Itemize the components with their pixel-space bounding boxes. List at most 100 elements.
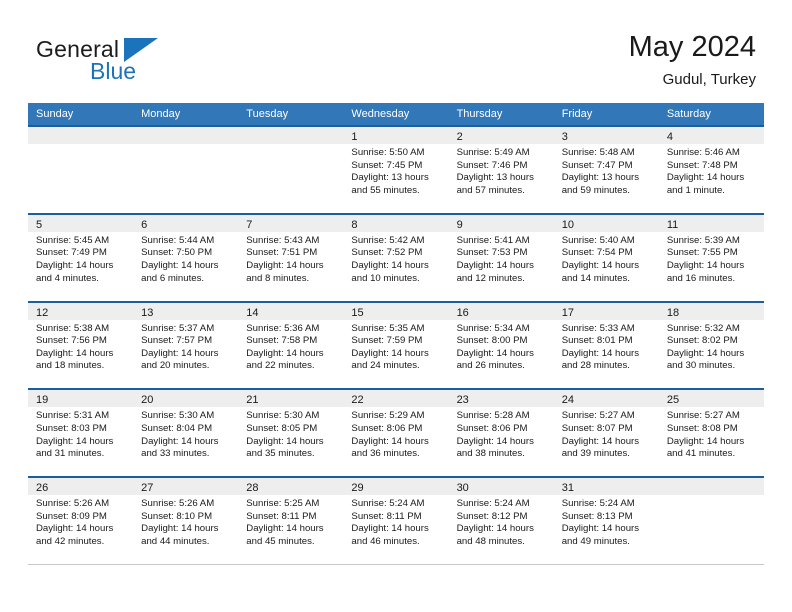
day-detail: Sunrise: 5:33 AM Sunset: 8:01 PM Daylight:… (554, 320, 659, 373)
calendar-day-cell[interactable]: 31 Sunrise: 5:24 AM Sunset: 8:13 PM Dayligh… (553, 476, 659, 564)
day-detail: Sunrise: 5:48 AM Sunset: 7:47 PM Daylight:… (554, 144, 659, 197)
day-number-band: 17 (553, 302, 659, 320)
day-number-band: 30 (448, 478, 554, 496)
sunset-text: Sunset: 7:53 PM (456, 247, 528, 259)
sunset-text: Sunset: 8:11 PM (246, 510, 317, 522)
calendar-day-cell[interactable]: 8 Sunrise: 5:42 AM Sunset: 7:52 PM Daylight… (343, 212, 449, 301)
calendar-day-cell[interactable]: 30 Sunrise: 5:24 AM Sunset: 8:12 PM Dayligh… (448, 476, 554, 564)
calendar-day-cell[interactable]: 25 Sunrise: 5:27 AM Sunset: 8:08 PM Dayligh… (658, 388, 764, 477)
calendar-day-cell[interactable]: 22 Sunrise: 5:29 AM Sunset: 8:06 PM Dayligh… (343, 388, 449, 477)
calendar-week-row: 12 Sunrise: 5:38 AM Sunset: 7:56 PM Dayligh… (28, 300, 764, 389)
calendar-day-cell[interactable]: 9 Sunrise: 5:41 AM Sunset: 7:53 PM Daylight… (448, 212, 554, 301)
day-number: 24 (561, 394, 574, 407)
sunrise-text: Sunrise: 5:38 AM (36, 322, 110, 334)
day-detail: Sunrise: 5:36 AM Sunset: 7:58 PM Daylight:… (238, 320, 343, 373)
day-detail: Sunrise: 5:42 AM Sunset: 7:52 PM Daylight:… (343, 232, 448, 285)
day-number-band: 6 (133, 214, 239, 232)
daylight-text-line1: Daylight: 14 hours (36, 259, 114, 271)
calendar-day-cell[interactable]: 26 Sunrise: 5:26 AM Sunset: 8:09 PM Dayligh… (28, 476, 134, 564)
calendar-day-cell[interactable]: 6 Sunrise: 5:44 AM Sunset: 7:50 PM Daylight… (133, 212, 239, 301)
sunset-text: Sunset: 7:59 PM (351, 335, 423, 347)
calendar-day-cell[interactable]: 3 Sunrise: 5:48 AM Sunset: 7:47 PM Daylight… (553, 125, 659, 213)
day-number: 22 (351, 394, 364, 407)
sunrise-text: Sunrise: 5:31 AM (36, 410, 110, 422)
day-number: 11 (666, 218, 679, 231)
sunset-text: Sunset: 8:01 PM (561, 335, 633, 347)
day-number-band: 7 (238, 214, 344, 232)
daylight-text-line2: and 41 minutes. (666, 448, 736, 460)
calendar-day-cell[interactable]: 1 Sunrise: 5:50 AM Sunset: 7:45 PM Daylight… (343, 125, 449, 213)
sunset-text: Sunset: 8:08 PM (666, 422, 738, 434)
day-detail: Sunrise: 5:27 AM Sunset: 8:07 PM Daylight:… (554, 407, 659, 460)
day-number-band: 23 (448, 390, 554, 408)
calendar-day-cell[interactable]: 16 Sunrise: 5:34 AM Sunset: 8:00 PM Dayligh… (448, 300, 554, 389)
daylight-text-line1: Daylight: 14 hours (561, 523, 640, 535)
day-detail: Sunrise: 5:37 AM Sunset: 7:57 PM Daylight:… (133, 320, 238, 373)
sunset-text: Sunset: 8:09 PM (36, 510, 107, 522)
calendar-day-cell[interactable]: 11 Sunrise: 5:39 AM Sunset: 7:55 PM Dayligh… (658, 212, 764, 301)
daylight-text-line2: and 42 minutes. (36, 535, 105, 547)
calendar-day-cell[interactable]: 28 Sunrise: 5:25 AM Sunset: 8:11 PM Dayligh… (238, 476, 344, 564)
daylight-text-line1: Daylight: 14 hours (666, 259, 745, 271)
calendar-day-cell[interactable]: 23 Sunrise: 5:28 AM Sunset: 8:06 PM Dayligh… (448, 388, 554, 477)
daylight-text-line2: and 46 minutes. (351, 535, 420, 547)
weekday-header-friday: Friday (561, 108, 593, 120)
daylight-text-line2: and 6 minutes. (141, 272, 205, 284)
day-number-band: 25 (658, 390, 764, 408)
calendar-day-cell[interactable]: 14 Sunrise: 5:36 AM Sunset: 7:58 PM Dayligh… (238, 300, 344, 389)
sunset-text: Sunset: 7:47 PM (561, 159, 633, 171)
calendar-day-cell[interactable]: 12 Sunrise: 5:38 AM Sunset: 7:56 PM Dayligh… (28, 300, 134, 389)
daylight-text-line1: Daylight: 14 hours (36, 435, 114, 447)
daylight-text-line1: Daylight: 14 hours (456, 259, 534, 271)
day-detail: Sunrise: 5:30 AM Sunset: 8:04 PM Daylight:… (133, 407, 238, 460)
day-detail: Sunrise: 5:39 AM Sunset: 7:55 PM Daylight:… (659, 232, 764, 285)
daylight-text-line1: Daylight: 14 hours (246, 435, 324, 447)
day-detail: Sunrise: 5:24 AM Sunset: 8:12 PM Daylight:… (449, 495, 554, 548)
calendar-day-cell[interactable]: 21 Sunrise: 5:30 AM Sunset: 8:05 PM Dayligh… (238, 388, 344, 477)
sunrise-text: Sunrise: 5:24 AM (456, 498, 530, 510)
daylight-text-line1: Daylight: 14 hours (246, 523, 324, 535)
calendar-day-cell[interactable]: 24 Sunrise: 5:27 AM Sunset: 8:07 PM Dayligh… (553, 388, 659, 477)
brand-logo[interactable]: General Blue (36, 36, 256, 92)
calendar-day-cell[interactable]: 7 Sunrise: 5:43 AM Sunset: 7:51 PM Daylight… (238, 212, 344, 301)
sunrise-text: Sunrise: 5:25 AM (246, 498, 320, 510)
sunset-text: Sunset: 7:56 PM (36, 335, 107, 347)
day-detail: Sunrise: 5:41 AM Sunset: 7:53 PM Daylight:… (449, 232, 554, 285)
day-detail: Sunrise: 5:27 AM Sunset: 8:08 PM Daylight:… (659, 407, 764, 460)
sunrise-text: Sunrise: 5:34 AM (456, 322, 530, 334)
sunset-text: Sunset: 7:48 PM (666, 159, 738, 171)
daylight-text-line2: and 55 minutes. (351, 184, 420, 196)
calendar-day-cell[interactable]: 20 Sunrise: 5:30 AM Sunset: 8:04 PM Dayligh… (133, 388, 239, 477)
daylight-text-line2: and 48 minutes. (456, 535, 525, 547)
calendar-day-cell[interactable]: 4 Sunrise: 5:46 AM Sunset: 7:48 PM Daylight… (658, 125, 764, 213)
calendar-weeks: 1 Sunrise: 5:50 AM Sunset: 7:45 PM Daylight… (28, 125, 764, 564)
calendar-day-cell[interactable]: 17 Sunrise: 5:33 AM Sunset: 8:01 PM Dayligh… (553, 300, 659, 389)
day-detail: Sunrise: 5:26 AM Sunset: 8:10 PM Daylight:… (133, 495, 238, 548)
daylight-text-line2: and 28 minutes. (561, 360, 630, 372)
calendar-day-cell[interactable]: 2 Sunrise: 5:49 AM Sunset: 7:46 PM Daylight… (448, 125, 554, 213)
weekday-header-row: Sunday Monday Tuesday Wednesday Thursday Frid… (28, 103, 764, 125)
daylight-text-line2: and 26 minutes. (456, 360, 525, 372)
day-number: 8 (351, 218, 358, 231)
sunset-text: Sunset: 7:58 PM (246, 335, 318, 347)
day-number: 12 (36, 306, 49, 319)
day-number-band: 10 (553, 214, 659, 232)
calendar-day-cell[interactable]: 15 Sunrise: 5:35 AM Sunset: 7:59 PM Dayligh… (343, 300, 449, 389)
day-number-band: 12 (28, 302, 134, 320)
calendar-day-cell[interactable]: 27 Sunrise: 5:26 AM Sunset: 8:10 PM Dayligh… (133, 476, 239, 564)
calendar-day-cell[interactable]: 13 Sunrise: 5:37 AM Sunset: 7:57 PM Dayligh… (133, 300, 239, 389)
sunset-text: Sunset: 8:02 PM (666, 335, 738, 347)
day-number: 16 (456, 306, 469, 319)
day-number: 13 (141, 306, 154, 319)
calendar-day-cell[interactable]: 19 Sunrise: 5:31 AM Sunset: 8:03 PM Dayligh… (28, 388, 134, 477)
day-number: 25 (666, 394, 680, 407)
sunset-text: Sunset: 7:57 PM (141, 335, 213, 347)
calendar-day-cell[interactable]: 18 Sunrise: 5:32 AM Sunset: 8:02 PM Dayligh… (658, 300, 764, 389)
day-number-band: 18 (658, 302, 764, 320)
day-number: 17 (561, 306, 574, 319)
calendar-day-cell[interactable]: 5 Sunrise: 5:45 AM Sunset: 7:49 PM Daylight… (28, 212, 134, 301)
sunrise-text: Sunrise: 5:43 AM (246, 234, 320, 246)
calendar-day-cell[interactable]: 29 Sunrise: 5:24 AM Sunset: 8:11 PM Dayligh… (343, 476, 449, 564)
calendar-day-cell[interactable]: 10 Sunrise: 5:40 AM Sunset: 7:54 PM Dayligh… (553, 212, 659, 301)
day-number: 9 (456, 218, 463, 231)
